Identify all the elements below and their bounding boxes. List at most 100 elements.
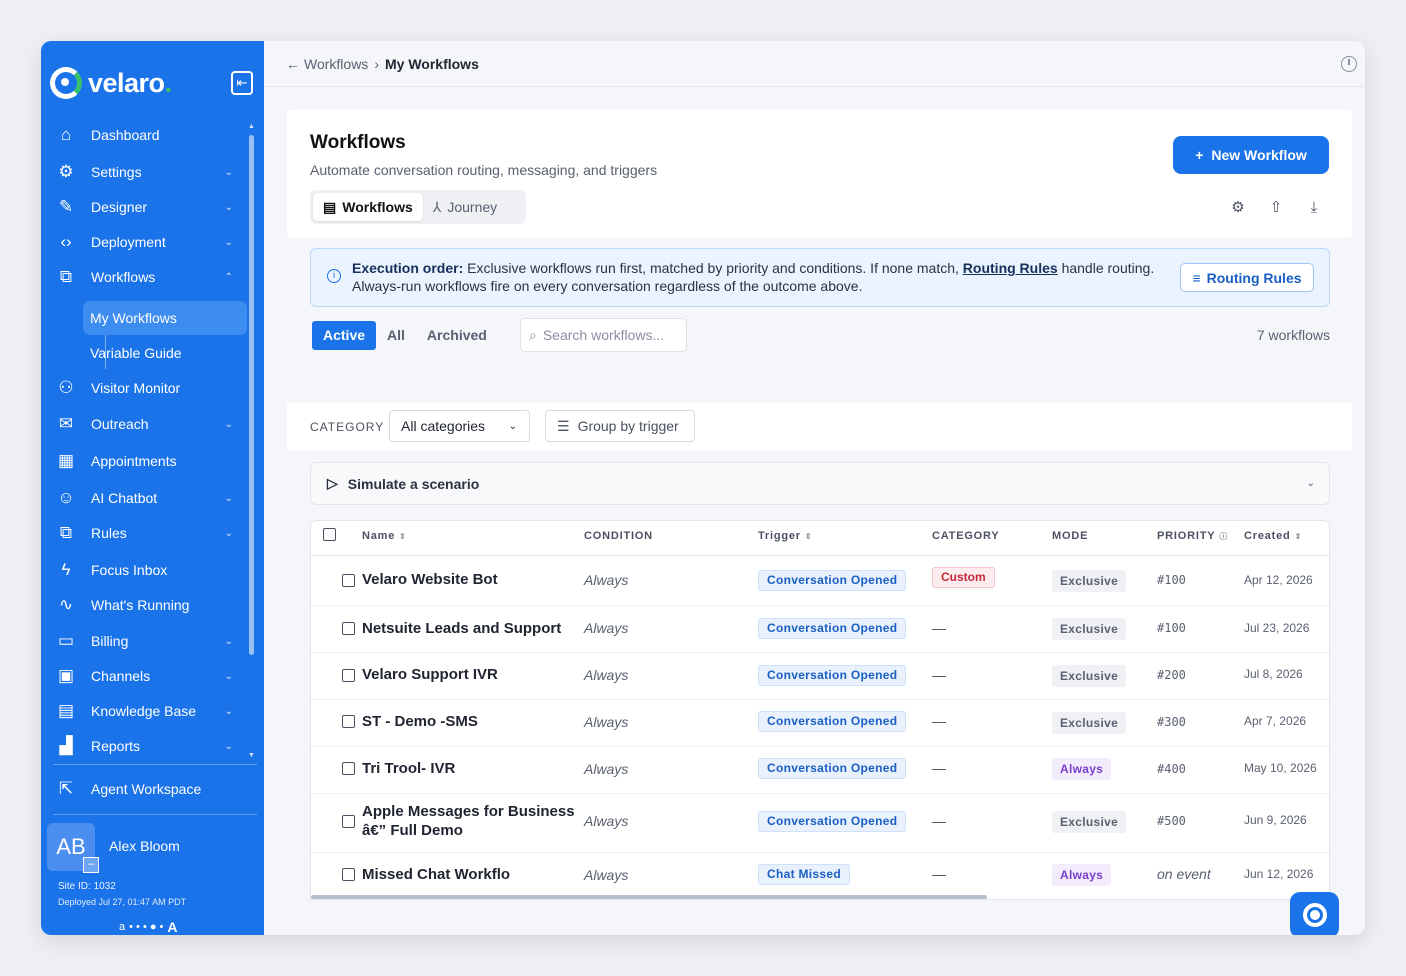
table-row[interactable]: ST - Demo -SMS Always Conversation Opene… — [311, 700, 1329, 747]
header-label: Trigger — [758, 530, 801, 542]
table-row[interactable]: Apple Messages for Business â€” Full Dem… — [311, 794, 1329, 853]
bolt-icon: ϟ — [61, 560, 71, 579]
workflow-count: 7 workflows — [1256, 327, 1330, 343]
category-value: — — [932, 760, 946, 776]
new-workflow-button[interactable]: + New Workflow — [1173, 136, 1329, 174]
gear-icon[interactable]: ⚙ — [1228, 198, 1248, 218]
sidebar-item-channels[interactable]: ▣ Channels ⌄ — [53, 660, 247, 692]
created-date: Jul 23, 2026 — [1244, 621, 1310, 635]
column-header-created[interactable]: Created ⇕ — [1244, 530, 1302, 542]
info-icon[interactable]: ⓘ — [1219, 532, 1228, 541]
workflow-condition: Always — [584, 867, 629, 883]
bar-chart-icon: ▟ — [59, 736, 73, 755]
tab-journey[interactable]: ⅄ Journey — [423, 193, 507, 221]
back-arrow-icon[interactable]: ← — [286, 56, 300, 72]
trigger-badge: Conversation Opened — [758, 665, 907, 686]
sidebar-item-outreach[interactable]: ✉ Outreach ⌄ — [53, 408, 247, 440]
workflow-name[interactable]: Netsuite Leads and Support — [362, 619, 582, 638]
workflow-name[interactable]: Velaro Website Bot — [362, 570, 582, 589]
workflow-name[interactable]: Velaro Support IVR — [362, 665, 582, 684]
table-row[interactable]: Tri Trool- IVR Always Conversation Opene… — [311, 747, 1329, 794]
external-link-icon: ⇱ — [58, 779, 74, 798]
sidebar-item-designer[interactable]: ✎ Designer ⌄ — [53, 191, 247, 223]
search-input[interactable]: ⌕ Search workflows... — [520, 318, 687, 352]
category-select[interactable]: All categories ⌄ — [389, 410, 530, 442]
breadcrumb-parent[interactable]: Workflows — [304, 56, 368, 72]
simulate-scenario-panel[interactable]: ▷ Simulate a scenario ⌄ — [310, 462, 1330, 505]
filter-active[interactable]: Active — [312, 320, 377, 350]
created-date: Apr 12, 2026 — [1244, 573, 1313, 587]
scrollbar-thumb[interactable] — [249, 135, 254, 655]
sidebar-item-visitor-monitor[interactable]: ⚇ Visitor Monitor — [53, 372, 247, 404]
row-checkbox[interactable] — [342, 815, 355, 828]
brand-logo[interactable]: velaro. — [50, 67, 172, 99]
workflow-name[interactable]: Missed Chat Workflo — [362, 865, 582, 884]
row-checkbox[interactable] — [342, 574, 355, 587]
group-by-trigger-button[interactable]: ☰ Group by trigger — [545, 410, 695, 442]
workflow-condition: Always — [584, 620, 629, 636]
sidebar-item-deployment[interactable]: ‹› Deployment ⌄ — [53, 226, 247, 258]
chevron-down-icon: ⌄ — [224, 166, 233, 178]
table-row[interactable]: Netsuite Leads and Support Always Conver… — [311, 606, 1329, 653]
row-checkbox[interactable] — [342, 622, 355, 635]
sidebar-item-rules[interactable]: ⧉ Rules ⌄ — [53, 517, 247, 549]
table-row[interactable]: Velaro Website Bot Always Conversation O… — [311, 556, 1329, 606]
app-window: velaro. ⇤ ⌂ Dashboard ⚙ Settings ⌄ ✎ Des… — [41, 41, 1365, 935]
upload-icon[interactable]: ⇧ — [1266, 198, 1286, 218]
routing-rules-link[interactable]: Routing Rules — [963, 260, 1058, 276]
filter-all[interactable]: All — [376, 321, 416, 350]
row-checkbox[interactable] — [342, 868, 355, 881]
sidebar-item-billing[interactable]: ▭ Billing ⌄ — [53, 625, 247, 657]
page-title: Workflows — [310, 132, 406, 153]
filter-archived[interactable]: Archived — [416, 321, 498, 350]
sidebar-item-dashboard[interactable]: ⌂ Dashboard — [53, 119, 247, 151]
info-icon: i — [327, 269, 341, 283]
sidebar-item-label: Focus Inbox — [91, 562, 168, 578]
font-size-steps[interactable]: • • • ● • — [129, 921, 163, 933]
avatar[interactable]: AB – — [47, 823, 99, 873]
history-clock-icon[interactable] — [1341, 56, 1357, 72]
horizontal-scrollbar[interactable] — [311, 895, 987, 899]
workflow-name[interactable]: Apple Messages for Business â€” Full Dem… — [362, 802, 582, 840]
sidebar-item-reports[interactable]: ▟ Reports ⌄ — [53, 730, 247, 762]
sidebar-item-whats-running[interactable]: ∿ What's Running — [53, 589, 247, 621]
sidebar-subitem-variable-guide[interactable]: Variable Guide — [83, 336, 247, 370]
scroll-up-icon[interactable]: ▲ — [248, 123, 255, 130]
workflow-condition: Always — [584, 667, 629, 683]
workflows-table: Name ⇕ CONDITION Trigger ⇕ CATEGORY MODE P… — [310, 520, 1330, 900]
sidebar-item-workflows[interactable]: ⧉ Workflows ⌃ — [53, 261, 247, 293]
sidebar-item-settings[interactable]: ⚙ Settings ⌄ — [53, 156, 247, 188]
routing-rules-button[interactable]: ≡ Routing Rules — [1180, 263, 1314, 292]
row-checkbox[interactable] — [342, 715, 355, 728]
category-value: — — [932, 667, 946, 683]
sidebar-item-appointments[interactable]: ▦ Appointments — [53, 445, 247, 477]
scroll-down-icon[interactable]: ▼ — [248, 752, 255, 759]
workflow-name[interactable]: ST - Demo -SMS — [362, 712, 582, 731]
workflow-name[interactable]: Tri Trool- IVR — [362, 759, 582, 778]
agent-workspace-link[interactable]: ⇱ Agent Workspace — [53, 773, 247, 805]
sidebar-item-knowledge-base[interactable]: ▤ Knowledge Base ⌄ — [53, 695, 247, 727]
table-row[interactable]: Missed Chat Workflo Always Chat Missed —… — [311, 853, 1329, 897]
select-all-checkbox[interactable] — [323, 528, 336, 541]
breadcrumb-current: My Workflows — [384, 55, 479, 72]
sidebar-subitem-my-workflows[interactable]: My Workflows — [83, 301, 247, 335]
column-header-name[interactable]: Name ⇕ — [362, 530, 407, 542]
home-icon: ⌂ — [60, 125, 72, 144]
font-size-slider[interactable]: a • • • ● • A — [119, 919, 178, 935]
sidebar-scrollbar[interactable]: ▲ ▼ — [248, 123, 256, 759]
sidebar-item-focus-inbox[interactable]: ϟ Focus Inbox — [53, 554, 247, 586]
column-header-trigger[interactable]: Trigger ⇕ — [758, 530, 812, 542]
tab-workflows[interactable]: ▤ Workflows — [313, 193, 423, 221]
font-small-label: a — [119, 921, 126, 933]
row-checkbox[interactable] — [342, 762, 355, 775]
sidebar-item-ai-chatbot[interactable]: ☺ AI Chatbot ⌄ — [53, 482, 247, 514]
row-checkbox[interactable] — [342, 669, 355, 682]
category-label: CATEGORY — [310, 420, 385, 434]
category-value: — — [932, 620, 946, 636]
mode-badge: Exclusive — [1052, 570, 1127, 592]
download-icon[interactable]: ⤓ — [1304, 198, 1324, 218]
table-row[interactable]: Velaro Support IVR Always Conversation O… — [311, 653, 1329, 700]
chevron-down-icon: ⌄ — [224, 635, 233, 647]
collapse-sidebar-icon[interactable]: ⇤ — [231, 71, 253, 95]
chat-launcher-button[interactable] — [1290, 892, 1339, 935]
